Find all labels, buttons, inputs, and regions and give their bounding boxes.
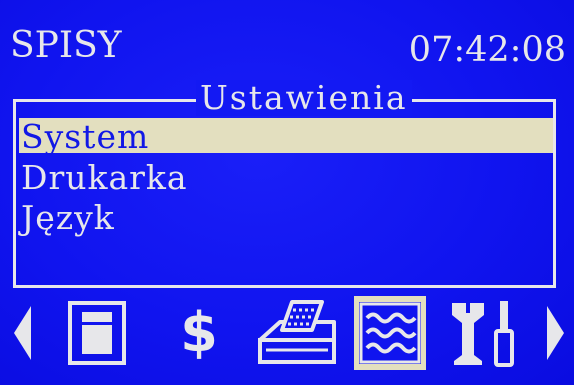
cash-register-icon — [252, 300, 344, 366]
settings-menu-list: System Drukarka Język — [19, 118, 553, 238]
tools-icon — [446, 299, 520, 367]
scroll-left-button[interactable] — [2, 296, 42, 370]
lcd-screen: SPISY 07:42:08 Ustawienia System Drukark… — [0, 0, 574, 385]
reports-button[interactable] — [354, 296, 426, 370]
arrow-left-icon — [11, 302, 33, 364]
cash-register-button[interactable] — [250, 296, 346, 370]
clock: 07:42:08 — [408, 30, 566, 70]
settings-menu-title: Ustawienia — [196, 80, 412, 116]
menu-item-language[interactable]: Język — [19, 198, 553, 238]
menu-item-printer[interactable]: Drukarka — [19, 158, 553, 198]
dollar-icon: $ — [180, 301, 218, 364]
documents-button[interactable] — [62, 296, 132, 370]
arrow-right-icon — [545, 302, 567, 364]
settings-tools-button[interactable] — [444, 296, 522, 370]
report-icon — [357, 300, 423, 366]
payments-button[interactable]: $ — [170, 296, 228, 370]
scroll-right-button[interactable] — [540, 296, 572, 370]
bottom-toolbar: $ — [0, 296, 574, 370]
document-icon — [67, 300, 127, 366]
app-title: SPISY — [10, 25, 122, 66]
menu-item-system[interactable]: System — [19, 118, 553, 155]
